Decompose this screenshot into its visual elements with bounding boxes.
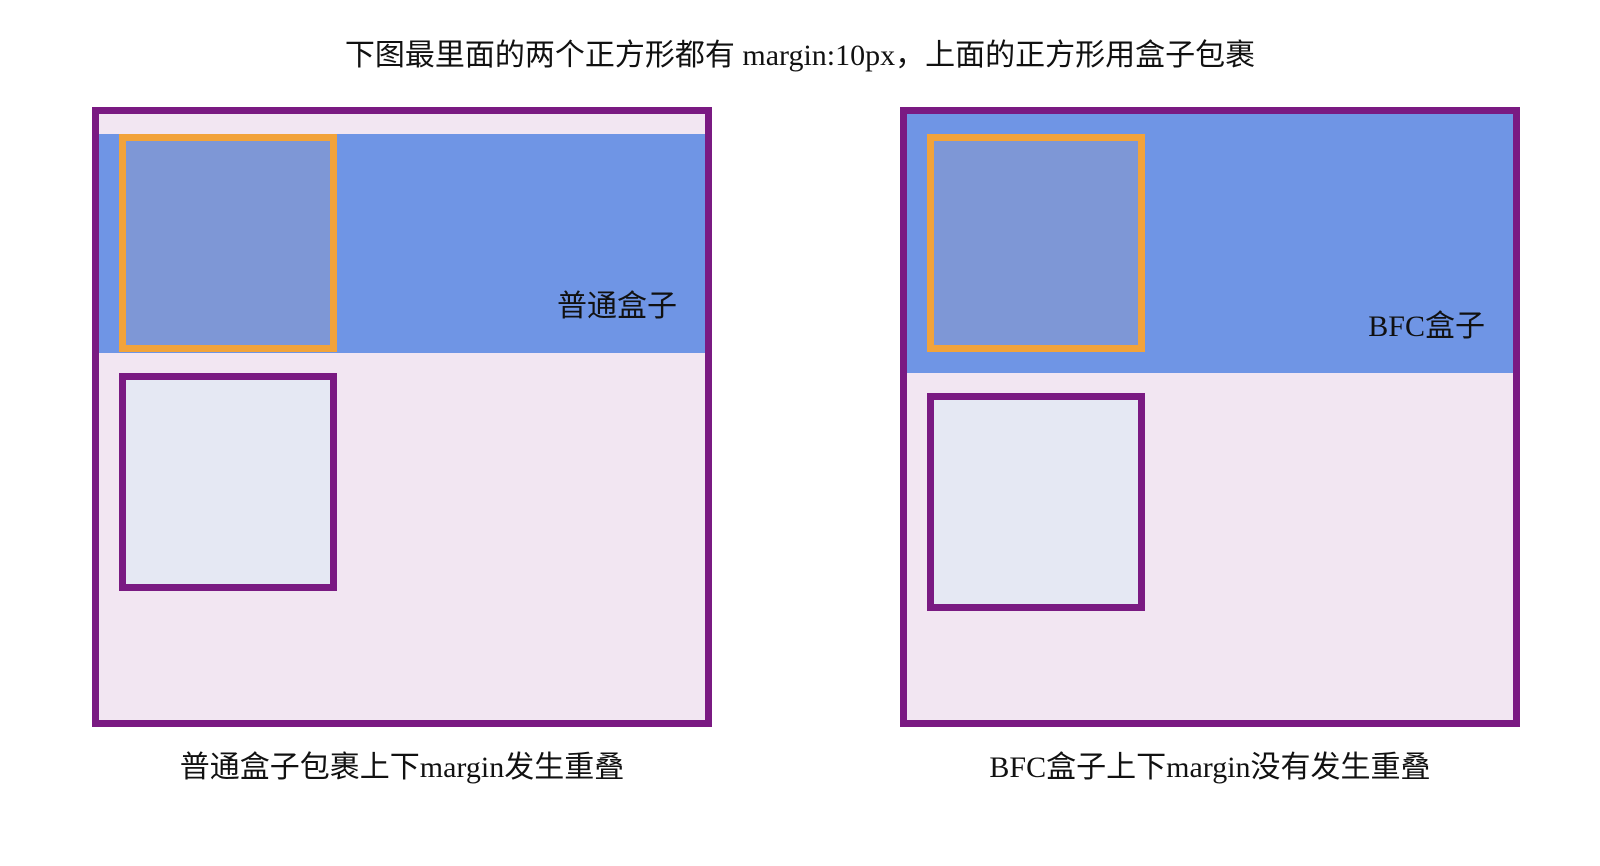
bottom-square <box>927 393 1145 611</box>
normal-wrapper-box: 普通盒子 <box>99 134 705 353</box>
normal-box-label: 普通盒子 <box>557 290 677 323</box>
bfc-box-example: BFC盒子 <box>900 107 1520 727</box>
bfc-wrapper-box: BFC盒子 <box>907 114 1513 373</box>
bottom-square <box>119 373 337 591</box>
normal-box-example: 普通盒子 <box>92 107 712 727</box>
diagram-title: 下图最里面的两个正方形都有 margin:10px，上面的正方形用盒子包裹 <box>344 39 1256 72</box>
top-square <box>927 134 1145 352</box>
normal-box-caption: 普通盒子包裹上下margin发生重叠 <box>179 751 625 784</box>
bfc-box-caption: BFC盒子上下margin没有发生重叠 <box>989 751 1431 784</box>
top-square <box>119 134 337 352</box>
bfc-box-label: BFC盒子 <box>1368 310 1485 343</box>
